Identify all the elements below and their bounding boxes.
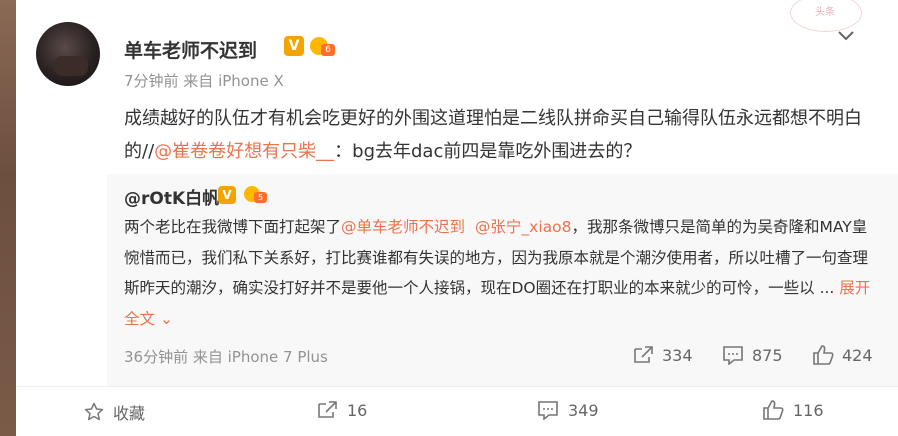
like-button[interactable]: 116 — [762, 400, 824, 420]
repost-share-count: 334 — [662, 345, 693, 365]
repost-mention-1[interactable]: @单车老师不迟到 — [341, 218, 465, 236]
share-icon — [634, 346, 653, 363]
like-icon — [813, 345, 834, 365]
repost-fan-badge: 5 — [244, 184, 270, 204]
favorite-label: 收藏 — [113, 404, 146, 423]
repost-button[interactable]: 16 — [316, 400, 367, 420]
star-icon — [84, 402, 104, 421]
repost-meta: 36分钟前 来自 iPhone 7 Plus — [124, 348, 328, 366]
like-icon — [763, 400, 784, 420]
comment-button[interactable]: 349 — [537, 400, 599, 420]
repost-username[interactable]: @rOtK白帆 — [124, 184, 219, 209]
repost-text: 两个老比在我微博下面打起架了@单车老师不迟到 @张宁_xiao8，我那条微博只是… — [124, 212, 876, 334]
repost-share-stat[interactable]: 334 — [632, 345, 693, 365]
background-strip — [0, 0, 16, 436]
comment-icon — [538, 401, 558, 420]
chevron-down-icon[interactable] — [836, 26, 856, 46]
repost-comment-count: 875 — [752, 345, 783, 365]
post-text: 成绩越好的队伍才有机会吃更好的外围这道理怕是二线队拼命买自己输得队伍永远都想不明… — [124, 102, 864, 168]
favorite-button[interactable]: 收藏 — [84, 400, 145, 424]
fan-badge-level: 6 — [321, 44, 335, 56]
expand-chevron-icon[interactable]: ⌄ — [155, 310, 173, 328]
repost-like-count: 424 — [842, 345, 873, 365]
comment-icon — [723, 346, 743, 365]
post-meta: 7分钟前 来自 iPhone X — [124, 72, 284, 90]
repost-mention-2[interactable]: @张宁_xiao8 — [475, 218, 572, 236]
repost-count: 16 — [347, 400, 368, 420]
repost-text-part1: 两个老比在我微博下面打起架了 — [124, 218, 342, 236]
comment-count: 349 — [568, 400, 599, 420]
divider — [16, 386, 898, 387]
avatar[interactable] — [36, 22, 100, 86]
fan-badge: 6 — [310, 35, 338, 57]
repost-verified-badge: V — [218, 186, 236, 204]
post-username[interactable]: 单车老师不迟到 — [124, 36, 257, 63]
like-count: 116 — [793, 400, 824, 420]
mention-link[interactable]: @崔卷卷好想有只柴__ — [154, 141, 334, 162]
repost-fan-badge-level: 5 — [254, 192, 267, 203]
stamp-text: 头条 — [815, 7, 835, 18]
verified-badge: V — [284, 36, 304, 56]
share-icon — [318, 401, 337, 418]
post-text-part2: ：bg去年dac前四是靠吃外围进去的？ — [334, 141, 642, 162]
repost-comment-stat[interactable]: 875 — [722, 345, 783, 365]
repost-like-stat[interactable]: 424 — [812, 345, 873, 365]
